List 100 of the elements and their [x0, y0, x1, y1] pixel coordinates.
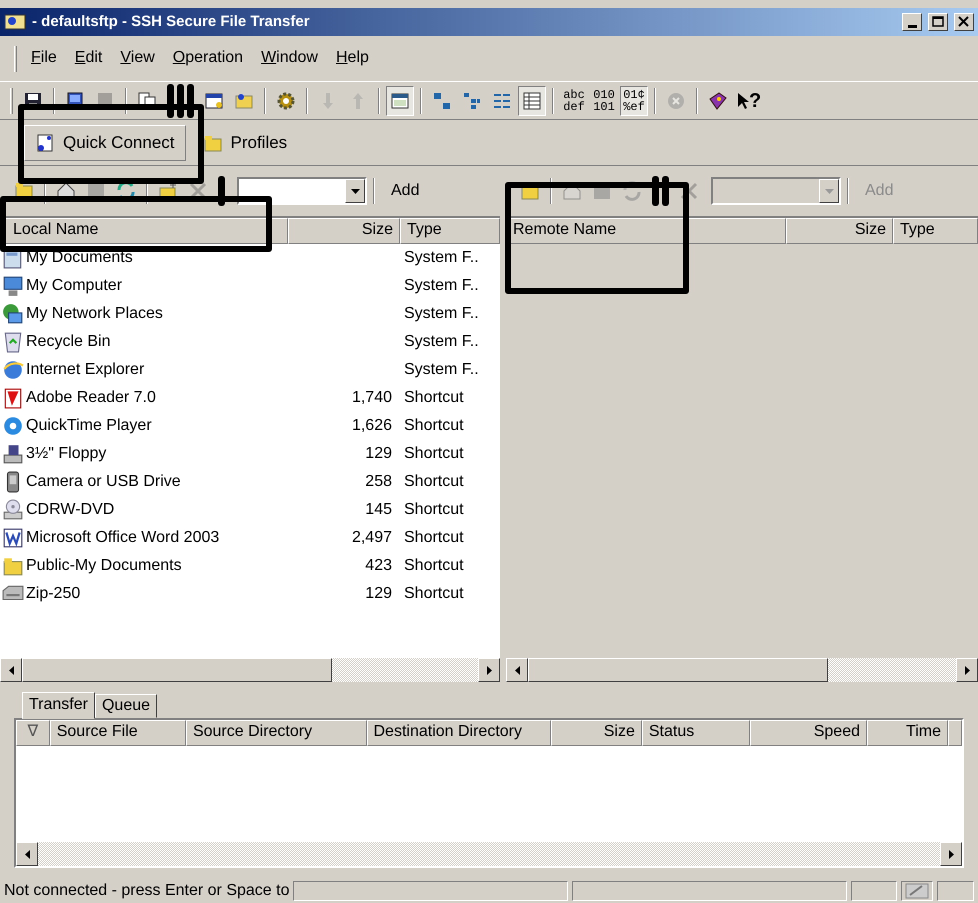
- scroll-right-button[interactable]: [956, 658, 978, 682]
- column-header[interactable]: Source File: [50, 720, 186, 746]
- menu-item[interactable]: View: [112, 47, 163, 70]
- file-name[interactable]: Internet Explorer: [26, 360, 144, 380]
- delete-icon: [679, 181, 699, 201]
- minimize-icon: [908, 24, 916, 28]
- path-dropdown[interactable]: [237, 177, 367, 205]
- toolbar-button[interactable]: 010 101: [590, 86, 618, 116]
- file-type: Shortcut: [404, 500, 464, 518]
- file-type: Shortcut: [404, 528, 464, 546]
- file-type: Shortcut: [404, 388, 464, 406]
- left-arrow-icon: [8, 666, 14, 674]
- file-name[interactable]: My Network Places: [26, 304, 163, 324]
- scroll-right-button[interactable]: [940, 842, 962, 866]
- small-icons-icon: [462, 90, 482, 110]
- file-type: Shortcut: [404, 444, 464, 462]
- column-header[interactable]: Speed: [750, 720, 867, 746]
- menu-item[interactable]: Window: [253, 47, 326, 70]
- drive-icon: [2, 443, 24, 465]
- tab[interactable]: Transfer: [22, 692, 95, 719]
- scroll-left-button[interactable]: [506, 658, 528, 682]
- file-type: System F..: [404, 276, 479, 294]
- status-message: Not connected - press Enter or Space to: [4, 882, 290, 900]
- file-size: 258: [365, 472, 392, 490]
- menu-item[interactable]: File: [23, 47, 65, 70]
- scroll-left-button[interactable]: [0, 658, 22, 682]
- file-size: 129: [365, 444, 392, 462]
- menu-item[interactable]: Edit: [66, 47, 110, 70]
- status-panel: [851, 881, 898, 901]
- document-icon: [35, 132, 55, 152]
- column-header[interactable]: Source Directory: [186, 720, 366, 746]
- status-panel: [937, 881, 974, 901]
- column-header[interactable]: Size: [288, 218, 400, 244]
- close-button[interactable]: [954, 13, 974, 31]
- window-icon: [390, 90, 410, 110]
- add-button[interactable]: Add: [381, 176, 430, 206]
- window-icon: [204, 90, 224, 110]
- menu-item[interactable]: Help: [328, 47, 377, 70]
- file-name[interactable]: Zip-250: [26, 584, 80, 604]
- right-arrow-icon: [948, 850, 954, 858]
- recycle-bin-icon: [2, 331, 24, 353]
- close-icon: [957, 16, 971, 28]
- file-size: 2,497: [352, 528, 392, 546]
- stop-icon: [666, 90, 686, 110]
- maximize-icon: [931, 16, 945, 28]
- file-name[interactable]: Camera or USB Drive: [26, 472, 181, 492]
- file-name[interactable]: 3½" Floppy: [26, 444, 106, 464]
- file-size: 423: [365, 556, 392, 574]
- file-size: 1,626: [352, 416, 392, 434]
- right-arrow-icon: [964, 666, 970, 674]
- file-type: System F..: [404, 304, 479, 322]
- column-header[interactable]: ∇: [16, 720, 50, 746]
- file-type: Shortcut: [404, 472, 464, 490]
- file-name[interactable]: Public-My Documents: [26, 556, 182, 576]
- network-icon: [2, 303, 24, 325]
- file-type: System F..: [404, 360, 479, 378]
- file-name[interactable]: CDRW-DVD: [26, 500, 114, 520]
- file-name[interactable]: QuickTime Player: [26, 416, 152, 436]
- file-name[interactable]: Microsoft Office Word 2003: [26, 528, 220, 548]
- toolbar-button[interactable]: abc def: [560, 86, 588, 116]
- pointer-icon: [737, 92, 749, 110]
- caret-icon: [824, 188, 834, 194]
- column-header[interactable]: Type: [400, 218, 500, 244]
- file-name[interactable]: Recycle Bin: [26, 332, 110, 352]
- maximize-button[interactable]: [928, 13, 948, 31]
- file-name[interactable]: My Documents: [26, 248, 133, 268]
- globe-icon: [2, 359, 24, 381]
- details-icon: [522, 90, 542, 110]
- left-arrow-icon: [514, 666, 520, 674]
- menu-item[interactable]: Operation: [164, 47, 252, 70]
- column-header[interactable]: Size: [551, 720, 642, 746]
- file-size: 145: [365, 500, 392, 518]
- scroll-left-button[interactable]: [16, 842, 38, 866]
- scroll-thumb[interactable]: [22, 658, 332, 682]
- scroll-thumb[interactable]: [528, 658, 828, 682]
- column-header[interactable]: [948, 720, 962, 746]
- window-title: - defaultsftp - SSH Secure File Transfer: [32, 13, 311, 31]
- marker-strokes: [652, 176, 669, 206]
- app-icon: [4, 13, 26, 31]
- file-type: Shortcut: [404, 556, 464, 574]
- tab[interactable]: Queue: [94, 694, 158, 718]
- scroll-right-button[interactable]: [478, 658, 500, 682]
- large-icons-icon: [432, 90, 452, 110]
- toolbar-button[interactable]: ?: [734, 86, 764, 116]
- disc-drive-icon: [2, 499, 24, 521]
- column-header[interactable]: Status: [642, 720, 750, 746]
- file-name[interactable]: Adobe Reader 7.0: [26, 388, 156, 408]
- file-name[interactable]: My Computer: [26, 276, 122, 296]
- file-type: System F..: [404, 248, 479, 266]
- toolbar-button[interactable]: Quick Connect: [24, 124, 186, 160]
- caret-icon: [350, 188, 360, 194]
- toolbar-button[interactable]: 01¢ %ef: [620, 86, 648, 116]
- refresh-icon: [622, 181, 642, 201]
- right-arrow-icon: [486, 666, 492, 674]
- left-arrow-icon: [24, 850, 30, 858]
- minimize-button[interactable]: [902, 13, 922, 31]
- file-size: 129: [365, 584, 392, 602]
- file-type: System F..: [404, 332, 479, 350]
- column-header[interactable]: Time: [866, 720, 948, 746]
- column-header[interactable]: Destination Directory: [366, 720, 551, 746]
